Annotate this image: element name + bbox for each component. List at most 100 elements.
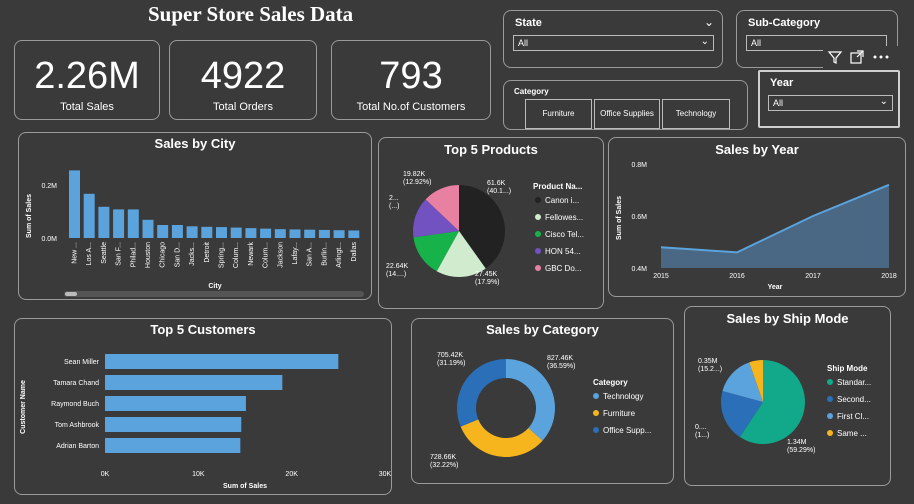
city-bar (201, 226, 213, 238)
legend-marker (593, 410, 599, 416)
horizontal-scrollbar[interactable] (64, 291, 364, 297)
year-slicer[interactable]: Year All ⌄ (758, 70, 900, 128)
city-bar (333, 230, 345, 238)
data-label: 27.45K (17.9%) (475, 271, 500, 286)
customer-bar (105, 396, 246, 411)
legend-marker (535, 197, 541, 203)
sales-by-category-visual[interactable]: Sales by Category 827.46K (36.59%) 728.66K… (411, 318, 674, 484)
donut-slice (457, 359, 506, 427)
y-tick-label: Tom Ashbrook (55, 422, 100, 429)
sales-by-year-visual[interactable]: Sales by Year Sum of Sales Year 0.8M 0.6M… (608, 137, 906, 297)
legend-marker (827, 396, 833, 402)
x-axis-label: Year (768, 284, 783, 291)
legend-marker (535, 231, 541, 237)
legend-item: Standar... (837, 378, 871, 387)
legend-title: Category (593, 378, 628, 387)
kpi-total-customers: 793 Total No.of Customers (331, 40, 491, 120)
more-options-icon[interactable] (871, 49, 891, 65)
x-tick-label: 2016 (729, 273, 745, 280)
kpi-label: Total Orders (213, 101, 273, 113)
y-axis-label: Customer Name (20, 380, 27, 434)
data-label: 61.6K (40.1...) (487, 180, 511, 195)
state-dropdown[interactable]: All ⌄ (513, 35, 714, 51)
filter-icon[interactable] (827, 49, 843, 65)
kpi-value: 4922 (200, 55, 286, 97)
x-tick-label: Burlin... (321, 242, 328, 266)
legend-marker (535, 214, 541, 220)
top-5-customers-visual[interactable]: Top 5 Customers Customer Name Sum of Sal… (14, 318, 392, 495)
chevron-down-icon: ⌄ (879, 96, 888, 107)
category-option-furniture[interactable]: Furniture (525, 99, 592, 129)
top-5-products-visual[interactable]: Top 5 Products 61.6K (40.1...) 27.45K (17.9… (378, 137, 604, 309)
city-bar (83, 193, 95, 238)
x-tick-label: Jacks... (189, 242, 196, 266)
data-label: 827.46K (36.59%) (547, 355, 575, 370)
city-bar (304, 229, 316, 238)
sales-by-year-chart: Sum of Sales Year 0.8M 0.6M 0.4M 2015 2016 20… (616, 162, 897, 291)
y-tick-label: 0.6M (631, 214, 647, 221)
x-tick-label: Newark (248, 242, 255, 266)
data-label: 728.66K (32.22%) (430, 454, 458, 469)
category-slicer: Category Furniture Office Supplies Techn… (503, 80, 748, 130)
legend-item: Fellowes... (545, 213, 583, 222)
kpi-value: 2.26M (34, 55, 140, 97)
customer-bar (105, 375, 283, 390)
scrollbar-thumb[interactable] (65, 292, 77, 296)
sales-by-ship-mode-visual[interactable]: Sales by Ship Mode 1.34M (59.29%) 0.... (1.… (684, 306, 891, 486)
x-tick-label: 0K (101, 471, 110, 478)
x-tick-label: Colum... (263, 242, 270, 268)
category-option-technology[interactable]: Technology (662, 99, 730, 129)
kpi-value: 793 (379, 55, 443, 97)
sales-by-category-chart: 827.46K (36.59%) 728.66K (32.22%) 705.42K (31… (430, 352, 651, 469)
city-bar (216, 227, 227, 238)
x-tick-label: Chicago (160, 242, 167, 268)
y-tick-label: Tamara Chand (53, 380, 99, 387)
x-tick-label: 30K (379, 471, 391, 478)
x-tick-label: 20K (285, 471, 298, 478)
x-tick-label: San D... (174, 242, 181, 267)
chevron-down-icon[interactable]: ⌄ (704, 15, 714, 29)
category-option-office-supplies[interactable]: Office Supplies (594, 99, 660, 129)
area-fill (661, 184, 889, 268)
x-tick-label: Los A... (86, 242, 93, 265)
legend-marker (535, 248, 541, 254)
legend-marker (827, 379, 833, 385)
x-tick-label: 2017 (805, 273, 821, 280)
kpi-label: Total No.of Customers (356, 101, 466, 113)
chevron-down-icon: ⌄ (700, 36, 709, 47)
legend-item: Technology (603, 392, 643, 401)
x-tick-label: San F... (116, 242, 123, 266)
sub-category-slicer-label: Sub-Category (748, 17, 821, 29)
x-tick-label: Houston (145, 242, 152, 268)
x-tick-label: Seattle (101, 242, 108, 264)
sub-category-dropdown-value: All (751, 38, 762, 48)
state-dropdown-value: All (518, 38, 529, 48)
x-tick-label: Colum... (233, 242, 240, 268)
city-bar (113, 209, 125, 238)
year-dropdown[interactable]: All ⌄ (768, 95, 893, 111)
y-tick-label: 0.4M (631, 266, 647, 273)
x-tick-label: Lafay... (292, 242, 299, 264)
x-tick-label: 2018 (881, 273, 897, 280)
city-bar (171, 225, 183, 238)
data-label: 2... (...) (389, 195, 400, 210)
city-bar (289, 229, 301, 238)
city-bar (318, 229, 330, 238)
sales-by-city-visual[interactable]: Sales by City Sum of Sales City 0.2M 0.0… (18, 132, 372, 300)
legend-item: HON 54... (545, 247, 581, 256)
city-bar (142, 219, 154, 238)
legend-item: Second... (837, 395, 871, 404)
state-slicer-label: State (515, 17, 542, 29)
legend-marker (827, 430, 833, 436)
data-label: 0.35M (15.2...) (698, 358, 722, 373)
data-label: 1.34M (59.29%) (787, 439, 815, 454)
city-bar (157, 225, 169, 238)
x-tick-label: Dallas (351, 242, 358, 262)
legend-marker (593, 427, 599, 433)
x-tick-label: New ... (72, 242, 79, 264)
legend-item: Same ... (837, 429, 867, 438)
customer-bar (105, 438, 241, 453)
focus-mode-icon[interactable] (849, 49, 865, 65)
city-bar (274, 229, 286, 238)
y-tick-label: Adrian Barton (56, 443, 99, 450)
